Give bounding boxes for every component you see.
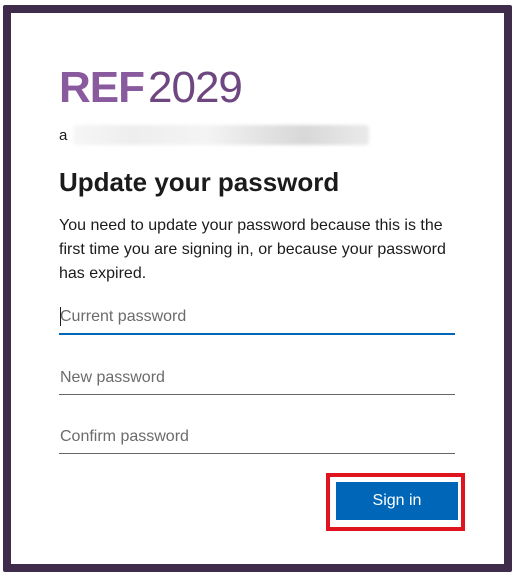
sign-in-card: REF2029 a Update your password You need … <box>11 13 504 564</box>
ref-2029-logo: REF2029 <box>59 63 243 113</box>
logo-brand-text: REF <box>59 63 145 112</box>
account-identifier: a <box>59 123 379 147</box>
text-caret <box>60 307 61 326</box>
current-password-input[interactable] <box>59 301 455 335</box>
page-description: You need to update your password because… <box>59 217 446 282</box>
logo-year-text: 2029 <box>148 63 243 112</box>
sign-in-button[interactable]: Sign in <box>336 482 458 520</box>
window-frame: REF2029 a Update your password You need … <box>3 5 512 572</box>
confirm-password-input[interactable] <box>59 420 455 454</box>
account-prefix: a <box>59 127 68 144</box>
page-title: Update your password <box>59 167 340 197</box>
redacted-email <box>73 125 369 145</box>
new-password-input[interactable] <box>59 361 455 395</box>
